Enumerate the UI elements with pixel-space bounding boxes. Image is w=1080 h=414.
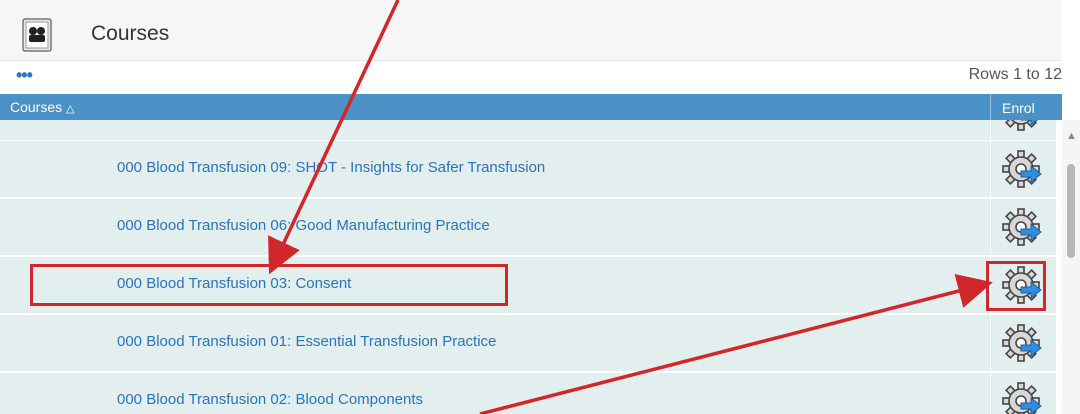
enrol-cell — [990, 373, 1056, 414]
highlight-box-course — [30, 264, 508, 306]
enrol-cell — [990, 199, 1056, 255]
table-row: 000 Blood Transfusion 09: SHOT - Insight… — [0, 141, 1056, 199]
enrol-cell — [990, 120, 1056, 140]
course-link[interactable]: 000 Blood Transfusion 09: SHOT - Insight… — [117, 159, 545, 176]
table-row — [0, 120, 1056, 142]
enrol-gear-icon[interactable] — [1001, 381, 1045, 414]
column-header-enrol-label: Enrol — [1002, 100, 1035, 116]
sort-asc-icon: △ — [66, 103, 75, 115]
column-header-label: Courses — [10, 99, 63, 115]
enrol-gear-icon[interactable] — [1001, 120, 1045, 132]
course-link[interactable]: 000 Blood Transfusion 02: Blood Componen… — [117, 391, 423, 408]
table-row: 000 Blood Transfusion 06: Good Manufactu… — [0, 199, 1056, 257]
enrol-gear-icon[interactable] — [1001, 323, 1045, 363]
scroll-up-icon[interactable]: ▲ — [1066, 130, 1077, 142]
table-row: 000 Blood Transfusion 02: Blood Componen… — [0, 373, 1056, 414]
course-link[interactable]: 000 Blood Transfusion 06: Good Manufactu… — [117, 217, 490, 234]
more-options-icon[interactable]: ••• — [16, 65, 33, 86]
enrol-gear-icon[interactable] — [1001, 149, 1045, 189]
enrol-gear-icon[interactable] — [1001, 207, 1045, 247]
rows-info: Rows 1 to 12 — [968, 66, 1062, 83]
table-header: Courses △ Enrol — [0, 94, 1062, 120]
enrol-cell — [990, 141, 1056, 197]
table-row: 000 Blood Transfusion 01: Essential Tran… — [0, 315, 1056, 373]
page-header: Courses — [0, 0, 1062, 61]
courses-icon — [22, 18, 52, 52]
enrol-cell — [990, 315, 1056, 371]
column-header-enrol: Enrol — [990, 94, 1061, 120]
column-header-courses[interactable]: Courses △ — [10, 99, 75, 115]
course-link[interactable]: 000 Blood Transfusion 01: Essential Tran… — [117, 333, 496, 350]
vertical-scrollbar[interactable]: ▲ — [1062, 120, 1080, 414]
highlight-box-enrol — [986, 261, 1046, 311]
scrollbar-thumb[interactable] — [1067, 164, 1075, 258]
toolbar: ••• Rows 1 to 12 — [0, 61, 1062, 93]
page-title: Courses — [91, 22, 170, 45]
